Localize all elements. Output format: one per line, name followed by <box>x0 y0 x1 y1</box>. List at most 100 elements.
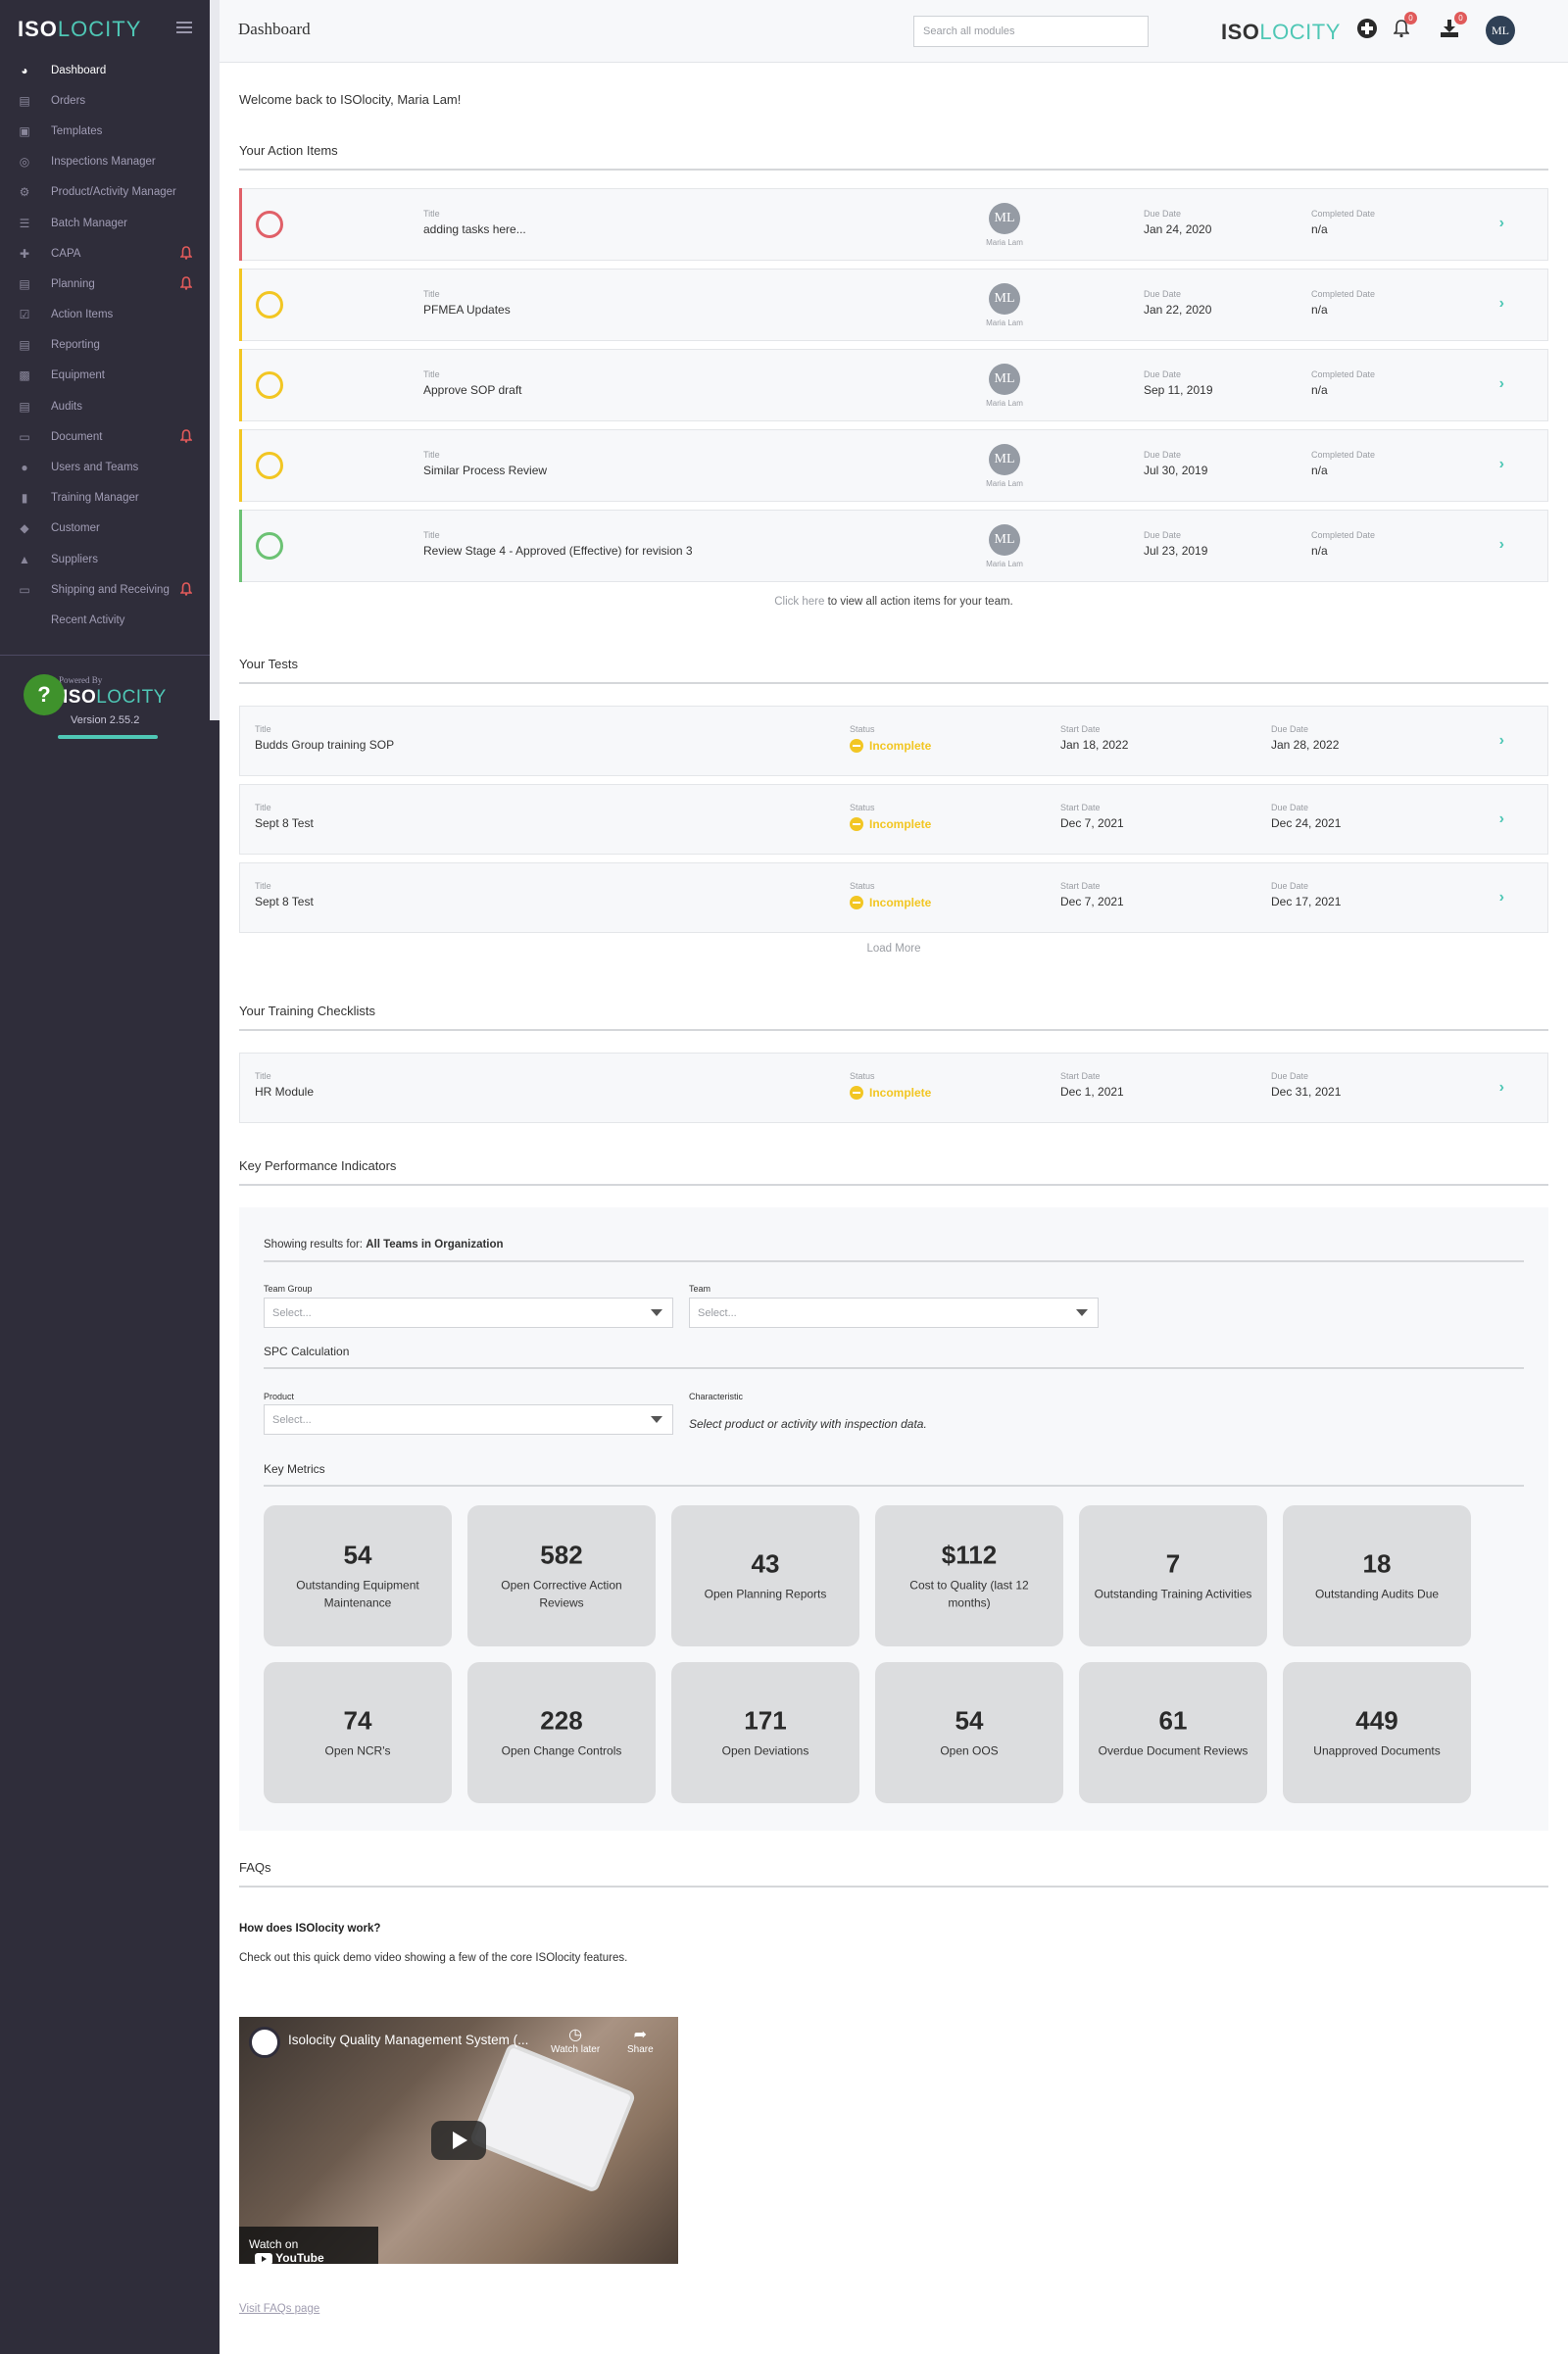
sidebar-item-users-and-teams[interactable]: ● Users and Teams <box>0 452 210 482</box>
play-button[interactable] <box>431 2121 486 2160</box>
metric-card[interactable]: 54 Open OOS <box>875 1662 1063 1803</box>
chevron-right-icon[interactable]: › <box>1499 295 1504 313</box>
metric-label: Open OOS <box>940 1743 999 1758</box>
brand-logo[interactable]: ISOLOCITY <box>18 17 141 42</box>
metric-card[interactable]: 18 Outstanding Audits Due <box>1283 1505 1471 1646</box>
metric-card[interactable]: 54 Outstanding Equipment Maintenance <box>264 1505 452 1646</box>
metric-card[interactable]: 228 Open Change Controls <box>467 1662 656 1803</box>
sidebar-item-orders[interactable]: ▤ Orders <box>0 85 210 116</box>
caret-down-icon <box>1076 1309 1088 1316</box>
help-button[interactable]: ? <box>24 674 65 715</box>
blank-icon <box>16 613 33 627</box>
chevron-right-icon[interactable]: › <box>1499 889 1504 907</box>
metric-card[interactable]: 582 Open Corrective Action Reviews <box>467 1505 656 1646</box>
test-row[interactable]: Title Sept 8 Test Status Incomplete Start Da… <box>239 784 1548 855</box>
user-avatar[interactable]: ML <box>1486 16 1515 45</box>
action-item-row[interactable]: Title Approve SOP draft ML Maria Lam Due Dat… <box>239 349 1548 421</box>
due-date-value: Jan 24, 2020 <box>1144 222 1212 236</box>
load-more-button[interactable]: Load More <box>239 943 1548 955</box>
training-checklists-heading: Your Training Checklists <box>239 1004 375 1018</box>
sidebar-item-document[interactable]: ▭ Document <box>0 421 210 452</box>
visit-faqs-link[interactable]: Visit FAQs page <box>239 2303 319 2315</box>
sidebar-scroll-track[interactable] <box>210 0 220 720</box>
due-date-column: Due Date Dec 17, 2021 <box>1271 881 1341 908</box>
product-select[interactable]: Select... <box>264 1404 673 1435</box>
chevron-right-icon[interactable]: › <box>1499 215 1504 232</box>
add-button[interactable] <box>1356 18 1378 44</box>
watch-on-youtube-button[interactable]: Watch on YouTube <box>239 2227 378 2264</box>
metric-card[interactable]: 43 Open Planning Reports <box>671 1505 859 1646</box>
downloads-button[interactable]: 0 <box>1440 12 1467 43</box>
menu-toggle-icon[interactable] <box>176 22 192 35</box>
metric-content: 43 Open Planning Reports <box>671 1549 859 1603</box>
share-button[interactable]: ➦ Share <box>627 2025 654 2055</box>
action-item-row[interactable]: Title Similar Process Review ML Maria Lam Du… <box>239 429 1548 502</box>
chevron-right-icon[interactable]: › <box>1499 1079 1504 1097</box>
sidebar-item-inspections-manager[interactable]: ◎ Inspections Manager <box>0 147 210 177</box>
sidebar-item-equipment[interactable]: ▩ Equipment <box>0 361 210 391</box>
demo-video-player[interactable]: Isolocity Quality Management System (...… <box>239 2017 678 2264</box>
action-item-row[interactable]: Title adding tasks here... ML Maria Lam Due … <box>239 188 1548 261</box>
sidebar-item-templates[interactable]: ▣ Templates <box>0 116 210 146</box>
sidebar-item-planning[interactable]: ▤ Planning <box>0 269 210 299</box>
metric-content: 54 Outstanding Equipment Maintenance <box>264 1541 452 1612</box>
metric-card[interactable]: 171 Open Deviations <box>671 1662 859 1803</box>
view-all-link[interactable]: Click here <box>774 596 824 608</box>
sidebar-item-dashboard[interactable]: ◕ Dashboard <box>0 55 210 85</box>
due-date-column: Due Date Dec 24, 2021 <box>1271 803 1341 830</box>
due-label: Due Date <box>1271 1071 1309 1081</box>
sidebar-item-action-items[interactable]: ☑ Action Items <box>0 300 210 330</box>
action-item-row[interactable]: Title Review Stage 4 - Approved (Effectiv… <box>239 510 1548 582</box>
sidebar-item-audits[interactable]: ▤ Audits <box>0 391 210 421</box>
sidebar-item-shipping-and-receiving[interactable]: ▭ Shipping and Receiving <box>0 574 210 605</box>
status-badge: Incomplete <box>850 738 931 753</box>
search-input[interactable] <box>913 16 1149 47</box>
completed-date-column: Completed Date n/a <box>1311 450 1375 477</box>
metric-card[interactable]: 449 Unapproved Documents <box>1283 1662 1471 1803</box>
report-icon: ▤ <box>19 338 30 353</box>
header-logo[interactable]: ISOLOCITY <box>1221 20 1341 45</box>
metric-value: 54 <box>343 1540 372 1570</box>
test-row[interactable]: Title Budds Group training SOP Status Incom… <box>239 706 1548 776</box>
team-group-select[interactable]: Select... <box>264 1298 673 1328</box>
sidebar-item-customer[interactable]: ◆ Customer <box>0 514 210 544</box>
sidebar-item-suppliers[interactable]: ▲ Suppliers <box>0 544 210 574</box>
channel-logo-icon[interactable] <box>249 2027 280 2058</box>
metric-value: 61 <box>1158 1705 1188 1736</box>
chevron-right-icon[interactable]: › <box>1499 732 1504 750</box>
action-item-row[interactable]: Title PFMEA Updates ML Maria Lam Due Date Jan… <box>239 269 1548 341</box>
notifications-button[interactable]: 0 <box>1393 12 1417 43</box>
watch-later-button[interactable]: ◷ Watch later <box>551 2025 600 2055</box>
sidebar-item-capa[interactable]: ✚ CAPA <box>0 238 210 269</box>
test-row[interactable]: Title Sept 8 Test Status Incomplete Start Da… <box>239 862 1548 933</box>
chevron-right-icon[interactable]: › <box>1499 375 1504 393</box>
status-label: Status <box>850 724 875 734</box>
brand-logo-iso: ISO <box>18 17 58 41</box>
metric-card[interactable]: 61 Overdue Document Reviews <box>1079 1662 1267 1803</box>
share-label: Share <box>627 2044 654 2055</box>
status-stripe <box>239 510 242 582</box>
alert-bell-icon <box>180 429 192 444</box>
due-value: Dec 24, 2021 <box>1271 816 1342 830</box>
sidebar-item-label: Training Manager <box>51 492 139 505</box>
test-row[interactable]: Title HR Module Status Incomplete Start Date… <box>239 1053 1548 1123</box>
section-divider <box>239 1886 1548 1888</box>
sidebar-item-recent-activity[interactable]: Recent Activity <box>0 605 210 635</box>
team-group-placeholder: Select... <box>272 1307 312 1319</box>
metric-card[interactable]: $112 Cost to Quality (last 12 months) <box>875 1505 1063 1646</box>
sidebar-item-product-activity-manager[interactable]: ⚙ Product/Activity Manager <box>0 177 210 208</box>
team-select[interactable]: Select... <box>689 1298 1099 1328</box>
sidebar-item-training-manager[interactable]: ▮ Training Manager <box>0 483 210 514</box>
chevron-right-icon[interactable]: › <box>1499 810 1504 828</box>
video-title[interactable]: Isolocity Quality Management System (... <box>288 2033 528 2047</box>
chevron-right-icon[interactable]: › <box>1499 456 1504 473</box>
sidebar-item-reporting[interactable]: ▤ Reporting <box>0 330 210 361</box>
chevron-right-icon[interactable]: › <box>1499 536 1504 554</box>
status-text: Incomplete <box>869 895 932 909</box>
sidebar-item-batch-manager[interactable]: ☰ Batch Manager <box>0 208 210 238</box>
sidebar-item-label: Reporting <box>51 339 100 352</box>
due-label: Due Date <box>1271 803 1309 812</box>
metric-card[interactable]: 74 Open NCR's <box>264 1662 452 1803</box>
assignee-avatar: ML <box>989 283 1020 315</box>
metric-card[interactable]: 7 Outstanding Training Activities <box>1079 1505 1267 1646</box>
